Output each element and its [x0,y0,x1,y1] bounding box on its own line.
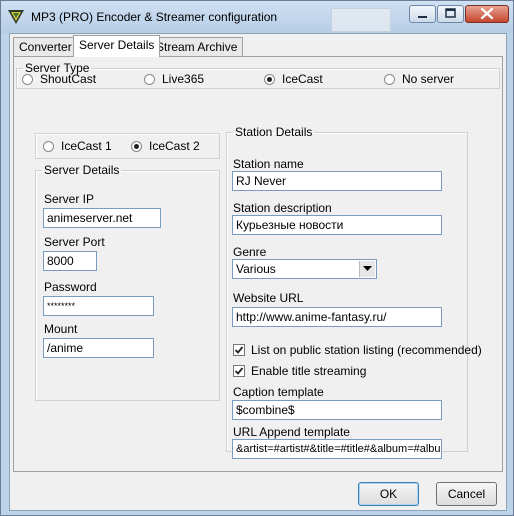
radio-icecast[interactable]: IceCast [264,72,323,86]
checkbox-checked-icon [233,344,245,356]
radio-shoutcast[interactable]: ShoutCast [22,72,96,86]
background-window-strip [331,8,391,32]
config-window: MP3 (PRO) Encoder & Streamer configurati… [0,0,514,516]
server-port-label: Server Port [44,235,105,249]
station-details-legend: Station Details [235,125,313,139]
radio-live365[interactable]: Live365 [144,72,204,86]
website-url-field[interactable]: http://www.anime-fantasy.ru/ [232,307,442,327]
close-icon [480,7,494,20]
radio-selected-icon [264,73,275,85]
url-append-field[interactable]: &artist=#artist#&title=#title#&album=#al… [232,439,442,459]
list-public-checkbox[interactable]: List on public station listing (recommen… [233,343,482,357]
checkbox-checked-icon [233,365,245,377]
tab-server-details[interactable]: Server Details [73,35,161,57]
server-ip-label: Server IP [44,192,95,206]
station-name-label: Station name [233,157,304,171]
station-name-field[interactable]: RJ Never [232,171,442,191]
url-append-label: URL Append template [233,425,350,439]
server-details-legend: Server Details [44,163,120,177]
caption-template-field[interactable]: $combine$ [232,400,442,420]
server-port-field[interactable]: 8000 [43,251,97,271]
radio-icecast-1[interactable]: IceCast 1 [43,139,112,153]
mount-field[interactable]: /anime [43,338,154,358]
tab-stream-archive[interactable]: Stream Archive [150,37,244,56]
radio-selected-icon [131,140,142,152]
radio-icecast-2[interactable]: IceCast 2 [131,139,200,153]
radio-no-server[interactable]: No server [384,72,454,86]
password-label: Password [44,280,97,294]
password-field[interactable]: ******** [43,296,154,316]
radio-circle-icon [22,73,33,85]
genre-select[interactable]: Various [232,259,377,279]
radio-circle-icon [43,140,54,152]
chevron-down-icon[interactable] [359,261,375,277]
title-bar[interactable]: MP3 (PRO) Encoder & Streamer configurati… [1,1,513,33]
genre-label: Genre [233,245,267,259]
caption-template-label: Caption template [233,385,324,399]
website-url-label: Website URL [233,291,304,305]
dialog-client-area: Converter Server Details Stream Archive … [9,33,507,511]
station-description-label: Station description [233,201,332,215]
close-button[interactable] [465,5,509,23]
app-logo-icon [7,8,25,26]
mount-label: Mount [44,322,78,336]
station-description-field[interactable]: Курьезные новости [232,215,442,235]
minimize-button[interactable] [409,5,436,23]
radio-circle-icon [144,73,155,85]
server-details-panel: Server Type ShoutCast Live365 IceCast No… [13,56,503,472]
minimize-icon [418,16,427,18]
ok-button[interactable]: OK [358,482,419,506]
enable-title-checkbox[interactable]: Enable title streaming [233,364,366,378]
window-title: MP3 (PRO) Encoder & Streamer configurati… [31,10,278,24]
cancel-button[interactable]: Cancel [436,482,497,506]
server-ip-field[interactable]: animeserver.net [43,208,161,228]
tab-converter[interactable]: Converter [13,37,78,56]
maximize-button[interactable] [437,5,464,23]
radio-circle-icon [384,73,395,85]
maximize-icon [445,8,456,18]
